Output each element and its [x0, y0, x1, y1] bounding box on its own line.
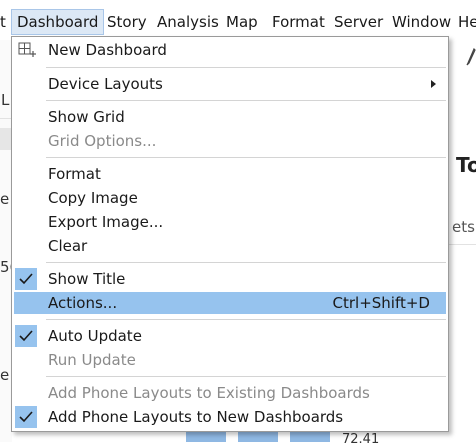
- menu-item-shortcut: Ctrl+Shift+D: [332, 294, 430, 312]
- menu-item-label: Show Grid: [48, 108, 125, 126]
- bg-fragment: L: [1, 91, 10, 109]
- pen-icon[interactable]: [466, 47, 476, 70]
- menu-item-label: Auto Update: [48, 327, 142, 345]
- menu-previous[interactable]: t: [0, 9, 6, 35]
- menu-separator: [46, 157, 446, 158]
- menu-item-device-layouts[interactable]: Device Layouts: [14, 73, 446, 95]
- menu-separator: [46, 376, 446, 377]
- menu-item-label: Run Update: [48, 351, 136, 369]
- menu-item-format[interactable]: Format: [14, 163, 446, 185]
- menu-item-auto-update[interactable]: Auto Update: [14, 325, 446, 347]
- menu-item-label: Export Image...: [48, 213, 164, 231]
- checkmark-icon: [15, 268, 37, 290]
- menu-map[interactable]: Map: [226, 9, 258, 35]
- menu-item-actions[interactable]: Actions... Ctrl+Shift+D: [14, 292, 446, 314]
- menu-separator: [46, 100, 446, 101]
- menu-item-label: Grid Options...: [48, 132, 157, 150]
- menu-item-show-title[interactable]: Show Title: [14, 268, 446, 290]
- menu-item-new-dashboard[interactable]: New Dashboard: [14, 39, 446, 61]
- menu-format[interactable]: Format: [272, 9, 325, 35]
- menu-item-label: New Dashboard: [48, 41, 167, 59]
- menu-separator: [46, 262, 446, 263]
- bg-fragment: ets: [452, 218, 475, 236]
- dashboard-menu: New Dashboard Device Layouts Show Grid G…: [11, 36, 449, 432]
- menu-server[interactable]: Server: [334, 9, 383, 35]
- bar-value-label: 72.41: [342, 432, 380, 447]
- chart-bar: [186, 432, 226, 442]
- divider: [449, 244, 476, 245]
- chart-bar: [290, 432, 330, 442]
- menu-item-add-phone-new[interactable]: Add Phone Layouts to New Dashboards: [14, 406, 446, 428]
- bg-fragment: e: [0, 366, 10, 384]
- menu-separator: [46, 319, 446, 320]
- menu-separator: [46, 67, 446, 68]
- menu-item-run-update: Run Update: [14, 349, 446, 371]
- menu-item-label: Device Layouts: [48, 75, 163, 93]
- menu-item-grid-options: Grid Options...: [14, 130, 446, 152]
- menu-item-export-image[interactable]: Export Image...: [14, 211, 446, 233]
- menu-item-label: Format: [48, 165, 101, 183]
- menu-item-label: Clear: [48, 237, 88, 255]
- menu-window[interactable]: Window: [392, 9, 451, 35]
- new-dashboard-icon: [18, 42, 38, 64]
- menu-dashboard[interactable]: Dashboard: [11, 9, 105, 35]
- bg-fragment: e: [0, 190, 10, 208]
- submenu-arrow-icon: [431, 80, 436, 88]
- menu-story[interactable]: Story: [107, 9, 147, 35]
- menu-item-label: Show Title: [48, 270, 126, 288]
- menu-item-copy-image[interactable]: Copy Image: [14, 187, 446, 209]
- chart-bar: [238, 432, 278, 442]
- checkmark-icon: [15, 325, 37, 347]
- menubar: t Dashboard Story Analysis Map Format Se…: [0, 0, 476, 40]
- menu-item-add-phone-existing: Add Phone Layouts to Existing Dashboards: [14, 382, 446, 404]
- menu-item-label: Actions...: [48, 294, 118, 312]
- menu-item-clear[interactable]: Clear: [14, 235, 446, 257]
- menu-item-label: Add Phone Layouts to Existing Dashboards: [48, 384, 370, 402]
- menu-analysis[interactable]: Analysis: [157, 9, 219, 35]
- menu-item-label: Add Phone Layouts to New Dashboards: [48, 408, 344, 426]
- menu-help[interactable]: He: [458, 9, 476, 35]
- checkmark-icon: [15, 406, 37, 428]
- dashboard-title-fragment: To: [456, 153, 476, 177]
- menu-item-label: Copy Image: [48, 189, 138, 207]
- menu-item-show-grid[interactable]: Show Grid: [14, 106, 446, 128]
